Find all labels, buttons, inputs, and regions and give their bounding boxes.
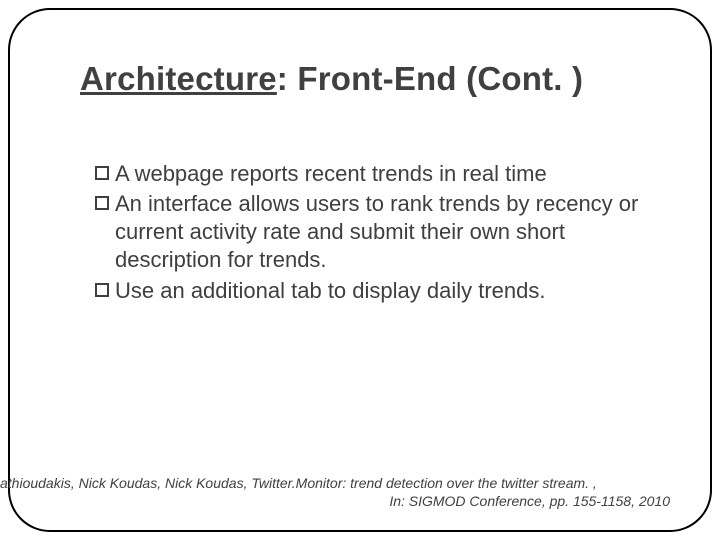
slide-title: Architecture: Front-End (Cont. ) <box>80 60 660 98</box>
bullet-item: A webpage reports recent trends in real … <box>95 160 650 188</box>
citation-line-2: In: SIGMOD Conference, pp. 155-1158, 201… <box>0 492 700 510</box>
title-underlined: Architecture <box>80 60 277 97</box>
title-rest: : Front-End (Cont. ) <box>277 60 583 97</box>
citation-line-1: athioudakis, Nick Koudas, Nick Koudas, T… <box>0 474 700 492</box>
bullet-text: Use an additional tab to display daily t… <box>115 277 650 305</box>
bullet-text: A webpage reports recent trends in real … <box>115 160 650 188</box>
bullet-item: An interface allows users to rank trends… <box>95 190 650 274</box>
bullet-item: Use an additional tab to display daily t… <box>95 277 650 305</box>
bullet-text: An interface allows users to rank trends… <box>115 190 650 274</box>
square-bullet-icon <box>95 283 109 297</box>
citation: athioudakis, Nick Koudas, Nick Koudas, T… <box>0 474 700 510</box>
square-bullet-icon <box>95 166 109 180</box>
slide-body: A webpage reports recent trends in real … <box>95 160 650 307</box>
square-bullet-icon <box>95 196 109 210</box>
